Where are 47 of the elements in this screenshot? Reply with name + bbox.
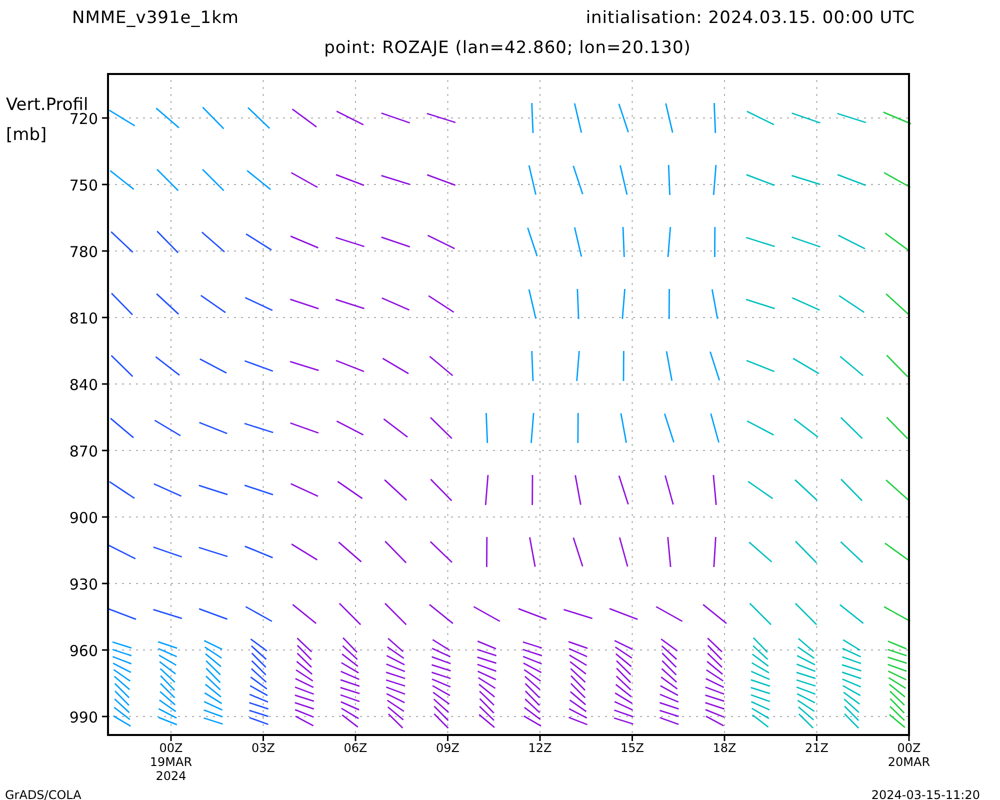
tick-mark xyxy=(102,383,108,385)
axis-tick-label: 960 xyxy=(69,642,98,660)
tick-mark xyxy=(102,316,108,318)
chart-title: NMME_v391e_1km xyxy=(72,7,239,30)
tick-mark xyxy=(102,582,108,584)
tick-mark xyxy=(632,735,633,741)
tick-mark xyxy=(102,716,108,718)
tick-mark xyxy=(262,735,264,741)
axis-tick-label: 06Z xyxy=(344,741,368,755)
tick-mark xyxy=(724,735,726,741)
axis-tick-label: 09Z xyxy=(436,741,460,755)
tick-mark xyxy=(102,649,108,651)
axis-tick-label: 12Z xyxy=(528,741,552,755)
axis-tick-label: 810 xyxy=(69,310,98,328)
tick-mark xyxy=(102,516,108,518)
tick-mark xyxy=(102,117,108,119)
axis-tick-label: 03Z xyxy=(252,741,275,755)
plot-timestamp: 2024-03-15-11:20 xyxy=(871,787,980,800)
axis-tick-label: 00Z xyxy=(159,741,183,755)
date-label: 19MAR xyxy=(150,755,192,769)
tick-mark xyxy=(908,735,910,741)
axis-tick-label: 15Z xyxy=(620,741,644,755)
axis-title: [mb] xyxy=(6,125,47,145)
axis-tick-label: 930 xyxy=(69,576,98,594)
axis-tick-label: 21Z xyxy=(805,741,828,755)
axis-tick-label: 780 xyxy=(69,243,98,261)
tick-mark xyxy=(354,735,356,741)
axis-tick-label: 00Z xyxy=(897,741,921,755)
axis-tick-label: 750 xyxy=(69,176,98,194)
axis-tick-label: 990 xyxy=(69,708,98,726)
tick-mark xyxy=(102,450,108,452)
axis-tick-label: 870 xyxy=(69,442,98,460)
software-credit: GrADS/COLA xyxy=(5,787,82,800)
chart-subtitle: point: ROZAJE (lan=42.860; lon=20.130) xyxy=(324,37,691,60)
tick-mark xyxy=(102,184,108,186)
tick-mark xyxy=(539,735,541,741)
tick-mark xyxy=(102,250,108,252)
date-label: 2024 xyxy=(156,769,186,783)
initialisation-time: initialisation: 2024.03.15. 00:00 UTC xyxy=(586,7,915,30)
tick-mark xyxy=(170,735,172,741)
axis-tick-label: 720 xyxy=(69,110,98,128)
date-label: 20MAR xyxy=(888,755,930,769)
axis-tick-label: 900 xyxy=(69,509,98,527)
axis-tick-label: 840 xyxy=(69,376,98,394)
tick-mark xyxy=(447,735,448,741)
axis-tick-label: 18Z xyxy=(712,741,736,755)
tick-mark xyxy=(816,735,818,741)
